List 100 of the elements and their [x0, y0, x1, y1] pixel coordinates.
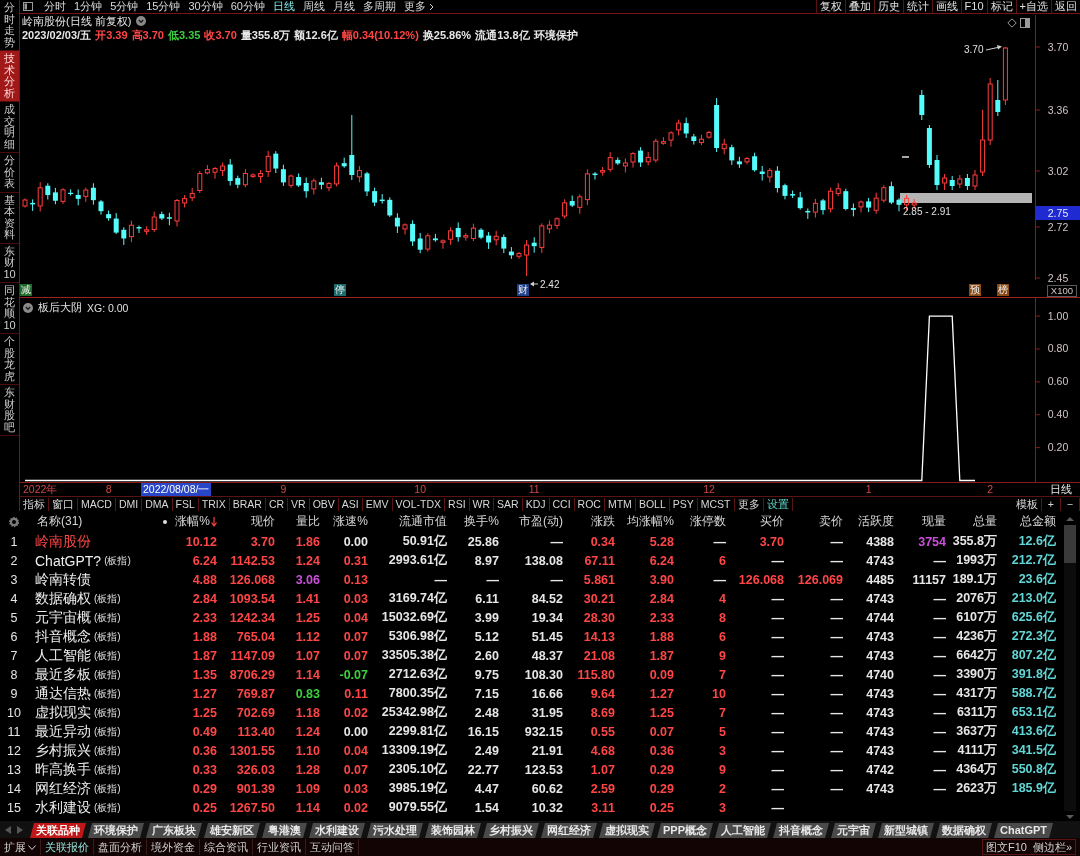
event-tag[interactable]: 财 [517, 284, 529, 296]
indicator-tab[interactable]: 更多 [734, 497, 764, 511]
indicator-tab[interactable]: SAR [494, 497, 523, 511]
stock-name[interactable]: ChatGPT? [28, 552, 102, 569]
side-tab[interactable]: 东财10 [0, 243, 19, 283]
column-header[interactable]: 活跃度 [846, 513, 897, 530]
status-tab[interactable]: 关联报价 [41, 839, 94, 855]
dropdown-icon[interactable] [23, 303, 33, 313]
side-tab[interactable]: 技术分析 [0, 51, 19, 102]
indicator-tab[interactable]: CR [265, 497, 289, 511]
side-tab[interactable]: 东财股吧 [0, 385, 19, 436]
indicator-tab[interactable]: EMV [362, 497, 393, 511]
sector-tab[interactable]: 新型城镇 [878, 823, 934, 838]
column-header[interactable]: 均涨幅% [618, 513, 677, 530]
toolbar-button[interactable]: 画线 [931, 0, 961, 13]
toolbar-button[interactable]: 返回 [1051, 0, 1080, 13]
column-header[interactable]: 卖价 [787, 513, 846, 530]
indicator-tab[interactable]: TRIX [198, 497, 230, 511]
event-tag[interactable]: 预 [969, 284, 981, 296]
sector-tab[interactable]: 人工智能 [715, 823, 771, 838]
remove-button[interactable]: − [1060, 497, 1080, 511]
column-header[interactable]: 涨停数 [677, 513, 729, 530]
column-header[interactable]: 现量 [897, 513, 949, 530]
indicator-tab[interactable]: VOL-TDX [392, 497, 446, 511]
indicator-tab[interactable]: MTM [604, 497, 636, 511]
sector-tab[interactable]: 数据确权 [936, 823, 992, 838]
period-tab[interactable]: 多周期 [359, 0, 400, 13]
indicator-tab[interactable]: RSI [445, 497, 470, 511]
stock-name[interactable]: 虚拟现实 [28, 703, 91, 722]
column-header[interactable]: 买价 [729, 513, 787, 530]
column-header[interactable]: 现价 [220, 513, 278, 530]
status-tab[interactable]: 互动问答 [306, 839, 359, 855]
indicator-tab[interactable]: MCST [697, 497, 735, 511]
indicator-tab[interactable]: 指标 [20, 497, 49, 511]
sector-tab[interactable]: PPP概念 [657, 823, 713, 838]
expand-button[interactable]: 扩展 [0, 839, 41, 855]
period-tab[interactable]: 5分钟 [106, 0, 143, 13]
template-button[interactable]: 模板 [1012, 497, 1042, 511]
stock-name[interactable]: 乡村振兴 [28, 741, 91, 760]
indicator-tab[interactable]: WR [469, 497, 495, 511]
indicator-tab[interactable]: BRAR [229, 497, 266, 511]
indicator-tab[interactable]: ASI [338, 497, 363, 511]
stock-name[interactable]: 水利建设 [28, 798, 91, 817]
dropdown-icon[interactable] [136, 16, 147, 26]
column-header[interactable]: 流通市值 [371, 513, 450, 530]
sector-tab[interactable]: 网红经济 [541, 823, 597, 838]
indicator-tab[interactable]: OBV [309, 497, 339, 511]
settings-icon[interactable] [8, 515, 20, 528]
indicator-tab[interactable]: DMA [142, 497, 173, 511]
column-header[interactable]: 名称(31) [28, 513, 160, 530]
sector-tab[interactable]: 广东板块 [146, 823, 202, 838]
indicator-tab[interactable]: MACD [78, 497, 116, 511]
stock-name[interactable]: 最近多板 [28, 665, 91, 684]
stock-name[interactable]: 抖音概念 [28, 627, 91, 646]
column-header[interactable]: 换手% [450, 513, 502, 530]
sector-tab[interactable]: 污水处理 [367, 823, 423, 838]
sector-tab[interactable]: 雄安新区 [204, 823, 260, 838]
column-header[interactable]: 涨跌 [566, 513, 618, 530]
toolbar-button[interactable]: 历史 [873, 0, 903, 13]
stock-name[interactable]: 人工智能 [28, 646, 91, 665]
stock-name[interactable]: 数据确权 [28, 589, 91, 608]
sector-tab[interactable]: ChatGPT [994, 823, 1054, 838]
indicator-tab[interactable]: CCI [549, 497, 575, 511]
scrollbar[interactable] [1063, 525, 1076, 811]
status-tab[interactable]: 综合资讯 [200, 839, 253, 855]
add-button[interactable]: + [1041, 497, 1061, 511]
stock-name[interactable]: 岭南转债 [28, 570, 91, 589]
stock-name[interactable]: 最近异动 [28, 722, 91, 741]
stock-name[interactable]: 昨高换手 [28, 760, 91, 779]
sector-tab[interactable]: 关联品种 [30, 823, 86, 838]
column-header[interactable]: 涨幅% [170, 513, 220, 530]
sector-tab[interactable]: 环境保护 [88, 823, 144, 838]
f10-button[interactable]: 图文F10 [982, 840, 1030, 854]
status-tab[interactable]: 行业资讯 [253, 839, 306, 855]
period-tab[interactable]: 60分钟 [226, 0, 269, 13]
period-tab[interactable]: 日线 [269, 0, 299, 13]
period-tab[interactable]: 分时 [40, 0, 70, 13]
side-tab[interactable]: 基本资料 [0, 192, 19, 244]
column-header[interactable]: 总金额 [1000, 513, 1059, 530]
indicator-tab[interactable]: PSY [669, 497, 698, 511]
side-tab[interactable]: 成交明细 [0, 102, 19, 153]
toolbar-button[interactable]: 统计 [902, 0, 932, 13]
indicator-tab[interactable]: FSL [172, 497, 199, 511]
column-header[interactable]: 总量 [949, 513, 1000, 530]
period-tab[interactable]: 15分钟 [142, 0, 185, 13]
scrollbar-thumb[interactable] [1063, 525, 1076, 563]
event-tag[interactable]: 榜 [997, 284, 1009, 296]
indicator-tab[interactable]: DMI [115, 497, 143, 511]
toolbar-button[interactable]: 叠加 [844, 0, 874, 13]
sector-tab[interactable]: 乡村振兴 [483, 823, 539, 838]
period-tab[interactable]: 月线 [329, 0, 359, 13]
indicator-tab[interactable]: KDJ [522, 497, 550, 511]
stock-name[interactable]: 岭南股份 [28, 532, 91, 551]
sidebar-button[interactable]: 侧边栏» [1029, 840, 1075, 854]
toolbar-button[interactable]: F10 [960, 0, 987, 13]
toolbar-button[interactable]: 复权 [815, 0, 845, 13]
sector-tab[interactable]: 水利建设 [309, 823, 365, 838]
sector-tab[interactable]: 元宇宙 [831, 823, 876, 838]
sector-tab[interactable]: 粤港澳 [262, 823, 307, 838]
tab-scroll-icon[interactable] [4, 825, 24, 835]
